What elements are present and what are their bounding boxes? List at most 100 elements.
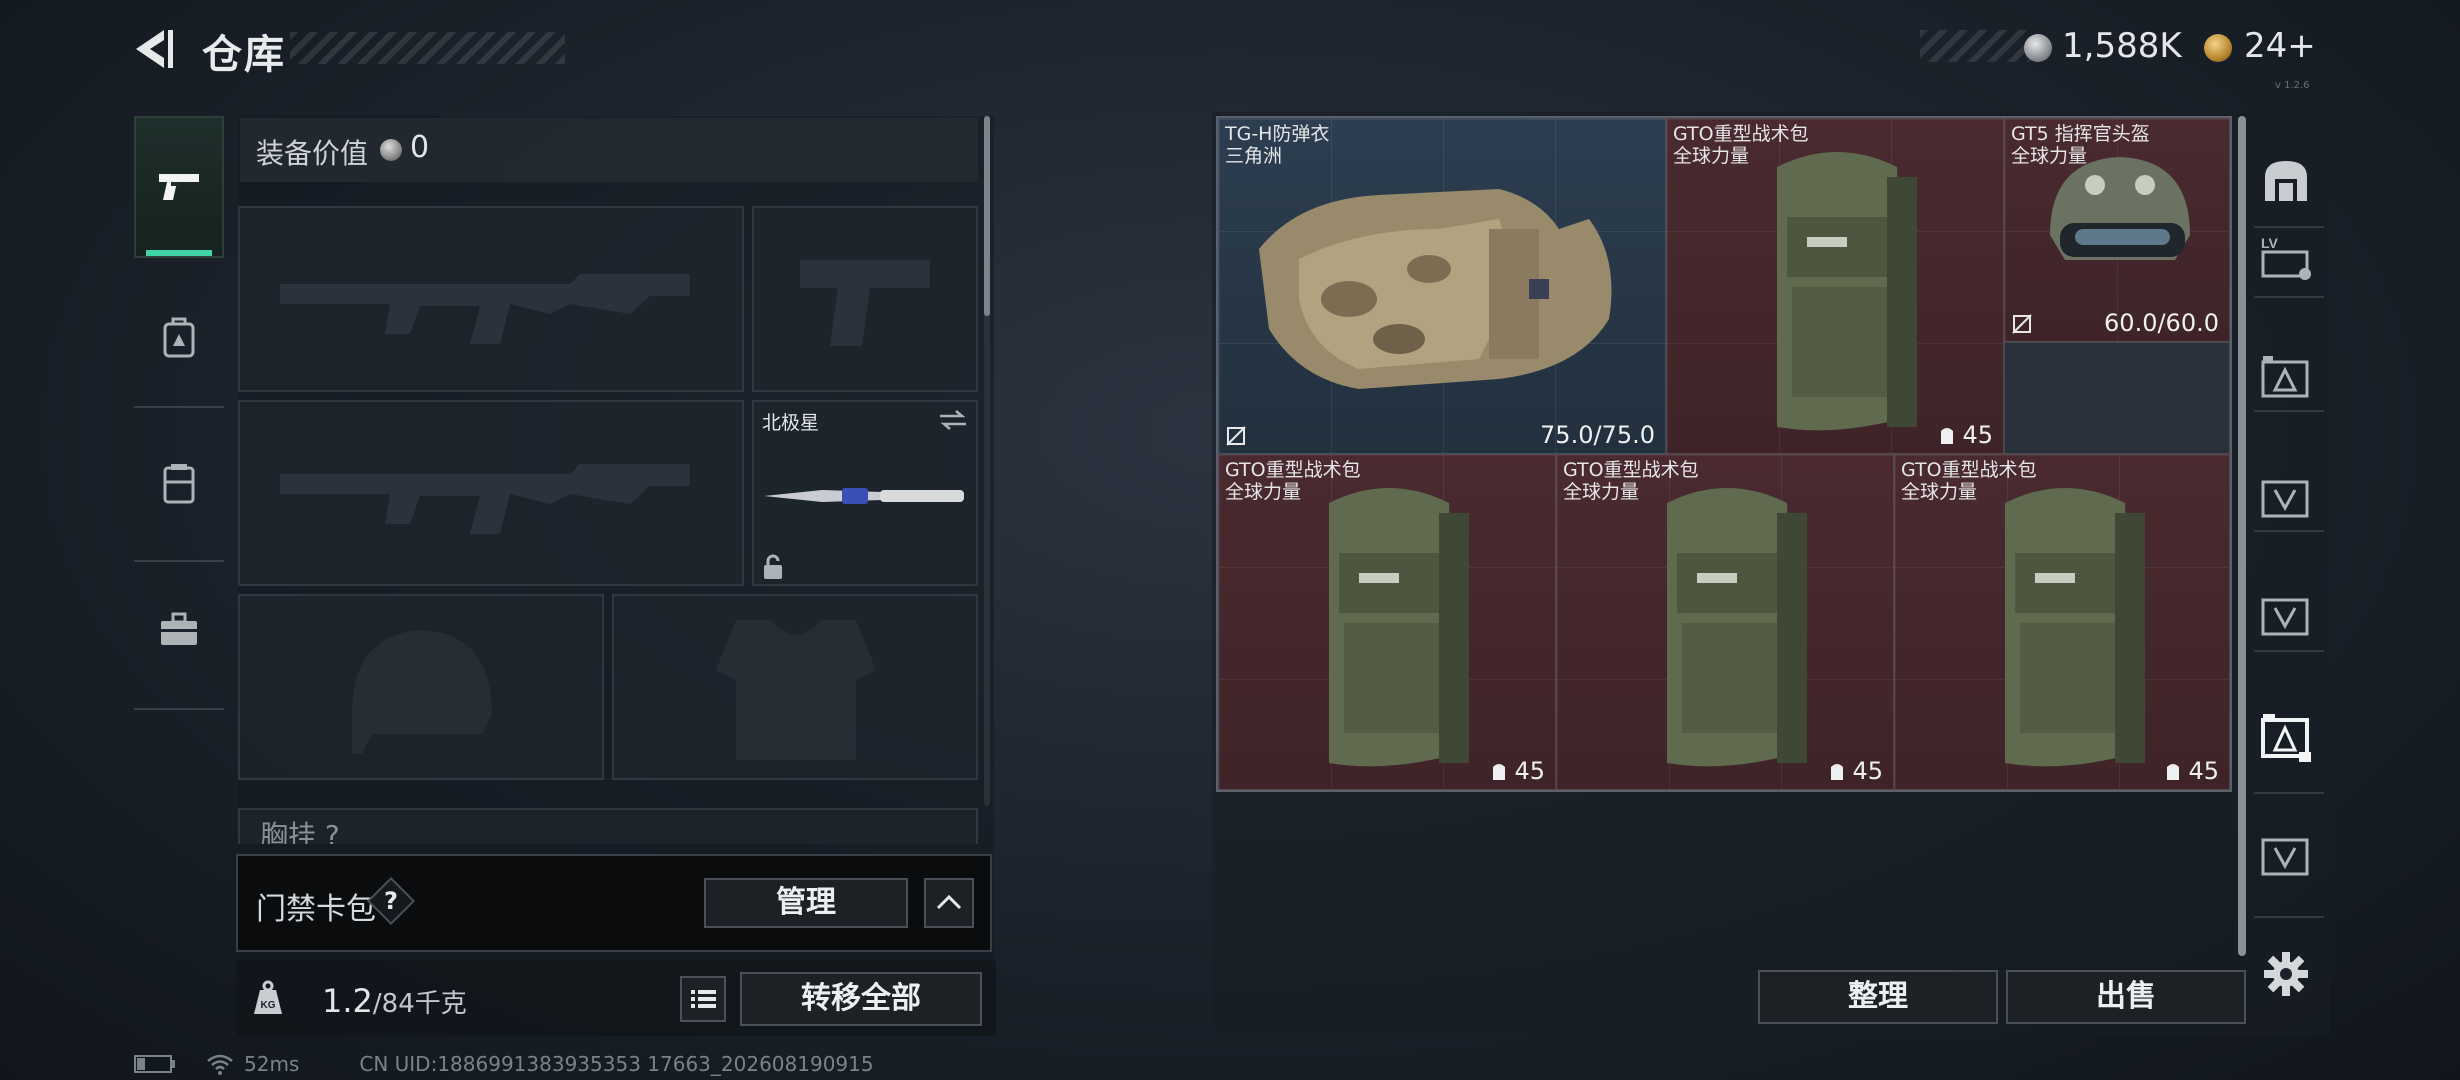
back-arrow-icon — [136, 30, 173, 68]
container-a-icon — [2261, 714, 2311, 762]
tab-stash-home[interactable] — [2254, 148, 2318, 212]
primary-weapon-slot-1[interactable] — [238, 206, 744, 392]
container-v-icon — [2261, 838, 2309, 876]
sell-button[interactable]: 出售 — [2006, 970, 2246, 1024]
container-v-icon — [2261, 598, 2309, 636]
melee-item-name: 北极星 — [762, 412, 820, 434]
pistol-silhouette-icon — [800, 260, 930, 346]
rifle-silhouette-icon — [280, 274, 690, 344]
stash-item-backpack[interactable]: GTO重型战术包 全球力量 45 — [1556, 454, 1894, 790]
page-title: 仓库 — [202, 32, 286, 78]
chevron-up-icon — [936, 894, 962, 910]
tab-vest[interactable] — [134, 438, 224, 528]
weight-icon: KG — [252, 980, 284, 1016]
coin-icon — [2024, 34, 2052, 62]
backpack-image — [1667, 488, 1807, 767]
item-label: GTO重型战术包 全球力量 — [1563, 459, 1699, 503]
svg-text:LV: LV — [2261, 235, 2279, 251]
item-label: GTO重型战术包 全球力量 — [1673, 123, 1809, 167]
tab-container-2[interactable] — [2254, 466, 2318, 530]
stash-item-helmet[interactable]: GT5 指挥官头盔 全球力量 60.0/60.0 — [2004, 118, 2230, 342]
currency-decoration — [1920, 30, 2030, 62]
melee-slot[interactable]: 北极星 — [752, 400, 978, 586]
weight-max: /84千克 — [372, 989, 467, 1019]
equipment-value-amount: 0 — [410, 130, 430, 165]
sort-button[interactable]: 整理 — [1758, 970, 1998, 1024]
item-durability: 60.0/60.0 — [2104, 309, 2219, 337]
stash-item-backpack[interactable]: GTO重型战术包 全球力量 45 — [1218, 454, 1556, 790]
active-tab-indicator — [146, 250, 212, 256]
stash-scrollbar[interactable] — [2238, 116, 2246, 956]
backpack-small-icon — [1493, 764, 1506, 780]
armor-slot[interactable] — [612, 594, 978, 780]
transfer-all-button[interactable]: 转移全部 — [740, 972, 982, 1026]
sidearm-slot[interactable] — [752, 206, 978, 392]
ping-readout: 52ms — [244, 1052, 300, 1076]
premium-coin-icon — [2204, 34, 2232, 62]
backpack-image — [2005, 488, 2145, 767]
coin-icon — [380, 139, 402, 161]
tab-container-3[interactable] — [2254, 584, 2318, 648]
manage-button[interactable]: 管理 — [704, 878, 908, 928]
title-decoration — [290, 32, 565, 64]
primary-weapon-slot-2[interactable] — [238, 400, 744, 586]
stash-item-armor[interactable]: TG-H防弹衣 三角洲 75.0/75.0 — [1218, 118, 1666, 454]
tab-briefcase[interactable] — [134, 584, 224, 674]
stash-home-icon — [2265, 161, 2307, 201]
wifi-icon — [207, 1054, 233, 1075]
tab-container-5[interactable] — [2254, 824, 2318, 888]
item-label: GTO重型战术包 全球力量 — [1901, 459, 2037, 503]
lv-container-icon: LV — [2261, 235, 2311, 280]
backpack-image — [1329, 488, 1469, 767]
tab-container-1[interactable] — [2254, 346, 2318, 410]
item-label: GTO重型战术包 全球力量 — [1225, 459, 1361, 503]
backpack-image — [1777, 152, 1917, 431]
lock-icon — [764, 554, 782, 579]
tab-weapons[interactable] — [134, 116, 224, 258]
svg-text:KG: KG — [261, 1000, 276, 1011]
container-a-icon — [2261, 356, 2309, 398]
version-text: v 1.2.6 — [2275, 80, 2310, 91]
equipment-value-label: 装备价值 — [256, 137, 369, 170]
helmet-image — [2050, 157, 2190, 260]
swap-icon[interactable] — [938, 410, 968, 430]
no-insurance-icon — [1226, 426, 1246, 446]
backpack-small-icon — [1831, 764, 1844, 780]
body-armor-image — [1259, 189, 1612, 389]
item-capacity: 45 — [2164, 757, 2219, 785]
backpack-small-icon — [1941, 428, 1954, 444]
user-uid: CN UID:1886991383935353 17663_2026081909… — [359, 1052, 874, 1076]
backpack-small-icon — [2167, 764, 2180, 780]
backpack-icon — [163, 317, 195, 358]
item-label: TG-H防弹衣 三角洲 — [1225, 123, 1330, 167]
helmet-slot[interactable] — [238, 594, 604, 780]
keycard-bag-label: 门禁卡包 — [256, 892, 376, 927]
status-bar: 52ms CN UID:1886991383935353 17663_20260… — [134, 1052, 874, 1076]
briefcase-icon — [161, 612, 197, 645]
tab-backpack[interactable] — [134, 292, 224, 382]
vest-silhouette-icon — [716, 620, 876, 760]
knife-icon — [764, 488, 964, 504]
secondary-currency-amount[interactable]: 24+ — [2244, 26, 2316, 66]
tab-lv-container[interactable]: LV — [2254, 226, 2318, 290]
chest-rig-slot[interactable]: 胸挂 ? — [238, 808, 978, 844]
stash-item-backpack[interactable]: GTO重型战术包 全球力量 45 — [1666, 118, 2004, 454]
item-durability: 75.0/75.0 — [1540, 421, 1655, 449]
loadout-scrollbar[interactable] — [984, 116, 990, 316]
stash-item-backpack[interactable]: GTO重型战术包 全球力量 45 — [1894, 454, 2230, 790]
item-capacity: 45 — [1938, 421, 1993, 449]
weight-readout: 1.2/84千克 — [322, 982, 467, 1020]
empty-cell[interactable] — [2004, 342, 2230, 454]
item-label: GT5 指挥官头盔 全球力量 — [2011, 123, 2150, 167]
helmet-silhouette-icon — [352, 630, 492, 754]
tab-container-4-active[interactable] — [2254, 706, 2318, 770]
settings-button[interactable] — [2262, 950, 2310, 998]
no-insurance-icon — [2012, 314, 2032, 334]
rifle-silhouette-icon — [280, 464, 690, 534]
collapse-button[interactable] — [924, 878, 974, 928]
list-view-button[interactable] — [680, 976, 726, 1022]
back-button[interactable] — [130, 26, 176, 72]
container-v-icon — [2261, 480, 2309, 518]
weight-current: 1.2 — [322, 982, 373, 1020]
vest-icon — [163, 464, 195, 504]
